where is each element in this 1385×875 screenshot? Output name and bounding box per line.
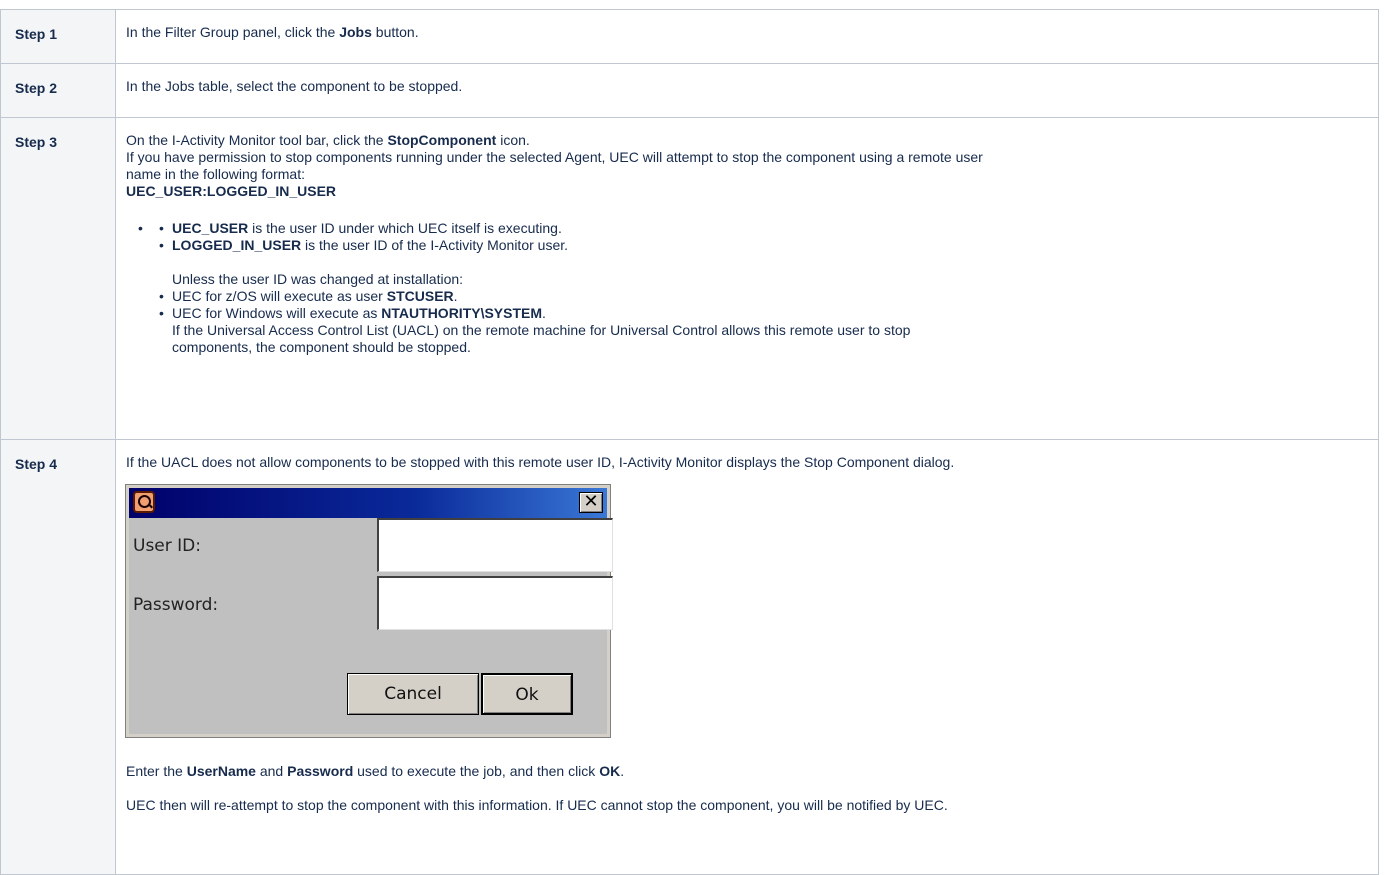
ok-button[interactable]: Ok (481, 673, 573, 715)
instruction-line: UEC then will re-attempt to stop the com… (126, 797, 948, 813)
user-format: UEC_USER:LOGGED_IN_USER (126, 183, 337, 199)
bullet-icon: • (159, 237, 164, 253)
user-id-label: User ID: (133, 536, 201, 556)
instruction-line: If the UACL does not allow components to… (126, 454, 955, 470)
dialog-titlebar: ✕ (129, 488, 607, 518)
password-input[interactable] (377, 576, 613, 630)
bullet-icon: • (138, 220, 143, 236)
cancel-button[interactable]: Cancel (347, 673, 479, 715)
bullet-list: • • UEC_USER is the user ID under which U… (126, 220, 1378, 356)
step-label: Step 1 (0, 9, 116, 64)
password-label: Password: (133, 595, 219, 615)
stop-component-dialog: ✕ User ID: Password: Cancel Ok (125, 484, 613, 738)
bullet-icon: • (159, 305, 164, 321)
step-body: If the UACL does not allow components to… (115, 439, 1379, 875)
instruction-line: name in the following format: (126, 166, 305, 182)
list-item: • UEC for z/OS will execute as user STCUS… (159, 288, 458, 304)
step-row: Step 1 In the Filter Group panel, click … (0, 9, 1379, 64)
step-label: Step 3 (0, 117, 116, 440)
close-button[interactable]: ✕ (579, 492, 603, 513)
note-text: Unless the user ID was changed at instal… (172, 271, 464, 287)
step-body: On the I-Activity Monitor tool bar, clic… (115, 117, 1379, 440)
magnifier-icon (133, 491, 155, 513)
instruction-line: Enter the UserName and Password used to … (126, 763, 625, 779)
step-row: Step 3 On the I-Activity Monitor tool ba… (0, 117, 1379, 440)
steps-table: Step 1 In the Filter Group panel, click … (0, 9, 1379, 875)
list-item: • LOGGED_IN_USER is the user ID of the I-… (159, 237, 569, 253)
list-item: • UEC_USER is the user ID under which UEC… (159, 220, 562, 236)
step-row: Step 2 In the Jobs table, select the com… (0, 63, 1379, 118)
bullet-icon: • (159, 288, 164, 304)
step-row: Step 4 If the UACL does not allow compon… (0, 439, 1379, 875)
bullet-icon: • (159, 220, 164, 236)
user-id-input[interactable] (377, 518, 613, 572)
list-item: • UEC for Windows will execute as NTAUTHO… (159, 305, 911, 355)
step-label: Step 2 (0, 63, 116, 118)
step-label: Step 4 (0, 439, 116, 875)
instruction-line: On the I-Activity Monitor tool bar, clic… (126, 132, 530, 148)
step-body: In the Jobs table, select the component … (115, 63, 1379, 118)
step-body: In the Filter Group panel, click the Job… (115, 9, 1379, 64)
instruction-line: If you have permission to stop component… (126, 149, 983, 165)
